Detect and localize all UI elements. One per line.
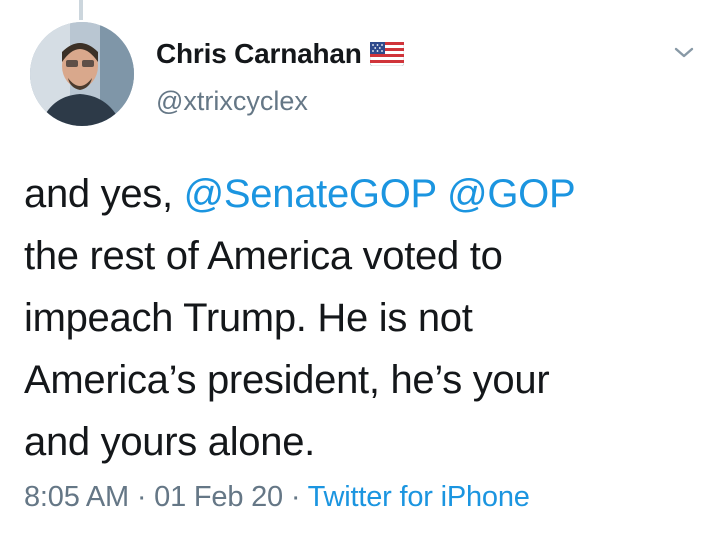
tweet-text: and yes, @SenateGOP @GOP the rest of Ame… xyxy=(24,163,704,473)
tweet-line: the rest of America voted to xyxy=(24,234,503,278)
tweet: Chris Carnahan @xtrixcyclex and yes, @Se… xyxy=(0,0,719,545)
meta-separator: · xyxy=(282,481,308,513)
tweet-meta: 8:05 AM · 01 Feb 20 · Twitter for iPhone xyxy=(24,481,530,514)
tweet-date[interactable]: 01 Feb 20 xyxy=(154,481,283,513)
tweet-time[interactable]: 8:05 AM xyxy=(24,481,129,513)
text-segment: and yes, xyxy=(24,172,184,216)
display-name[interactable]: Chris Carnahan xyxy=(156,38,362,70)
chevron-down-icon[interactable] xyxy=(670,40,698,64)
tweet-source-link[interactable]: Twitter for iPhone xyxy=(308,481,530,513)
thread-line xyxy=(79,0,83,20)
text-segment xyxy=(436,172,447,216)
avatar[interactable] xyxy=(30,22,134,126)
name-row[interactable]: Chris Carnahan xyxy=(156,38,405,70)
mention-link[interactable]: @SenateGOP xyxy=(184,172,437,216)
tweet-line: impeach Trump. He is not xyxy=(24,296,473,340)
user-handle[interactable]: @xtrixcyclex xyxy=(156,86,308,117)
tweet-line: and yours alone. xyxy=(24,420,315,464)
us-flag-icon xyxy=(369,41,405,67)
meta-separator: · xyxy=(129,481,155,513)
tweet-line: America’s president, he’s your xyxy=(24,358,550,402)
mention-link[interactable]: @GOP xyxy=(447,172,576,216)
tweet-line: and yes, @SenateGOP @GOP xyxy=(24,163,704,225)
